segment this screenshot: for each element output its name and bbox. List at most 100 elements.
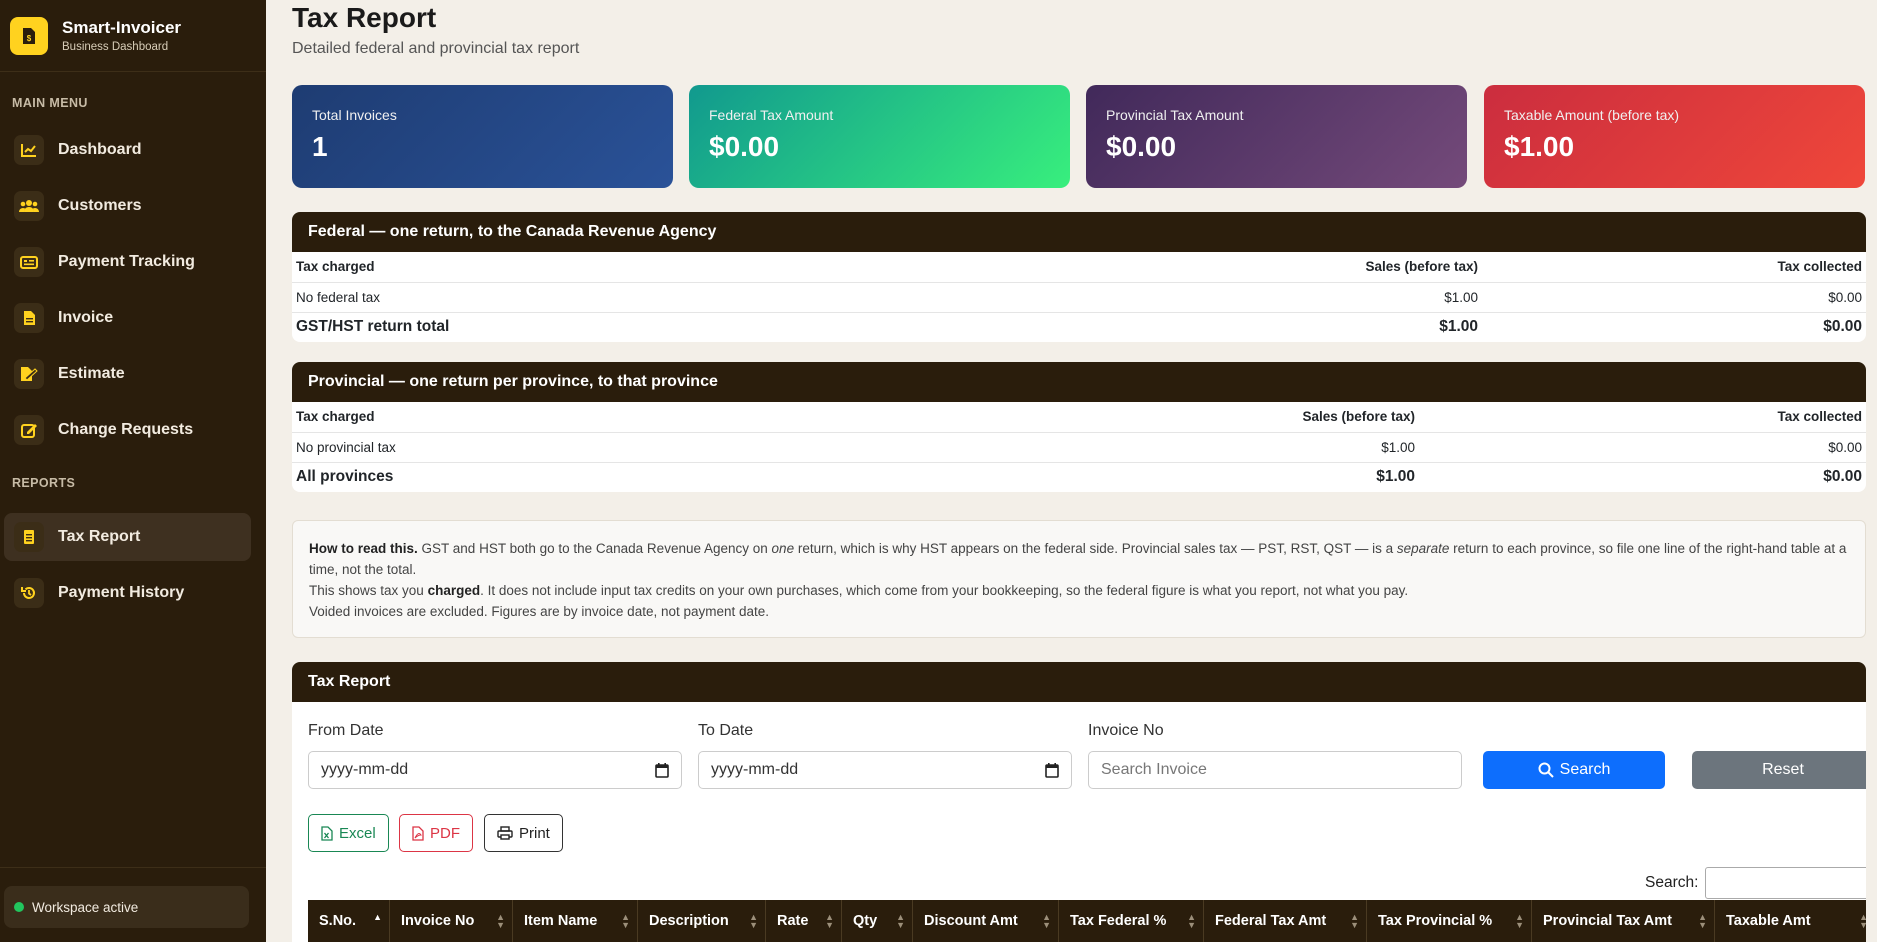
search-button[interactable]: Search	[1483, 751, 1665, 789]
invoice-logo-icon: $	[10, 16, 48, 55]
column-header-taxable-amt[interactable]: Taxable Amt ▲ ▼	[1715, 900, 1866, 942]
note-title: How to read this.	[309, 541, 418, 556]
table-search-input[interactable]	[1705, 867, 1866, 899]
from-date-label: From Date	[308, 722, 384, 739]
table-search-label: Search:	[1645, 874, 1699, 891]
column-header-label: Tax Provincial %	[1378, 913, 1493, 929]
column-header-sno[interactable]: S.No. ▲	[308, 900, 390, 942]
sort-icon: ▲ ▼	[1515, 912, 1524, 930]
invoice-search-placeholder: Search Invoice	[1101, 761, 1207, 778]
column-header-discount-amt[interactable]: Discount Amt ▲ ▼	[913, 900, 1059, 942]
column-header-label: S.No.	[319, 913, 357, 929]
invoice-no-label: Invoice No	[1088, 722, 1164, 739]
table-cell: $1.00	[1439, 318, 1478, 336]
sort-icon: ▲ ▼	[1350, 912, 1359, 930]
column-header-description[interactable]: Description ▲ ▼	[638, 900, 766, 942]
note-emphasis: separate	[1396, 541, 1450, 556]
to-date-input[interactable]: yyyy-mm-dd	[698, 751, 1072, 789]
page-title: Tax Report	[292, 2, 437, 33]
sidebar-item-tax-report[interactable]: Tax Report	[4, 513, 251, 561]
reports-label: REPORTS	[12, 476, 76, 490]
brand[interactable]: $ Smart-Invoicer Business Dashboard	[0, 0, 266, 72]
column-header-qty[interactable]: Qty ▲ ▼	[842, 900, 913, 942]
sidebar-item-invoice[interactable]: Invoice	[4, 294, 251, 342]
table-row: No provincial tax $1.00 $0.00	[292, 432, 1866, 463]
print-label: Print	[519, 824, 550, 842]
column-header: Sales (before tax)	[1062, 252, 1482, 283]
main-menu-label: MAIN MENU	[12, 96, 88, 110]
table-cell: $1.00	[1062, 282, 1482, 313]
total-row: GST/HST return total $1.00 $0.00	[292, 312, 1866, 342]
column-header-label: Item Name	[524, 913, 598, 929]
sort-icon: ▲ ▼	[825, 912, 834, 930]
sidebar-footer: Workspace active	[0, 867, 266, 942]
sidebar-item-label: Change Requests	[58, 421, 194, 438]
table-cell: No federal tax	[292, 282, 1062, 313]
workspace-status-text: Workspace active	[32, 899, 139, 915]
invoice-search-input[interactable]: Search Invoice	[1088, 751, 1462, 789]
to-date-label: To Date	[698, 722, 754, 739]
column-header-item-name[interactable]: Item Name ▲ ▼	[513, 900, 638, 942]
column-header-tax-provincial-pct[interactable]: Tax Provincial % ▲ ▼	[1367, 900, 1532, 942]
svg-text:$: $	[27, 34, 32, 43]
column-header-tax-federal-pct[interactable]: Tax Federal % ▲ ▼	[1059, 900, 1204, 942]
export-pdf-button[interactable]: PDF	[399, 814, 473, 852]
export-excel-button[interactable]: Excel	[308, 814, 389, 852]
card-label: Taxable Amount (before tax)	[1504, 107, 1680, 123]
from-date-value: yyyy-mm-dd	[321, 761, 409, 778]
table-cell: $0.00	[1419, 432, 1866, 463]
column-header-federal-tax-amt[interactable]: Federal Tax Amt ▲ ▼	[1204, 900, 1367, 942]
column-header-label: Description	[649, 913, 729, 929]
note-emphasis: one	[771, 541, 795, 556]
reset-button-label: Reset	[1762, 761, 1804, 778]
report-table-header: S.No. ▲ Invoice No ▲ ▼ Item Name ▲ ▼ Descript…	[308, 900, 1866, 942]
search-icon	[1538, 762, 1554, 778]
sidebar-item-dashboard[interactable]: Dashboard	[4, 126, 251, 174]
note-emphasis: charged	[427, 583, 481, 598]
note-text: This shows tax you	[309, 583, 424, 598]
column-header-provincial-tax-amt[interactable]: Provincial Tax Amt ▲ ▼	[1532, 900, 1715, 942]
sort-icon: ▲ ▼	[896, 912, 905, 930]
note-paragraph-2: This shows tax you charged. It does not …	[309, 580, 1849, 601]
sort-icon: ▲ ▼	[1698, 912, 1707, 930]
document-icon	[14, 522, 44, 552]
column-header: Tax charged	[292, 402, 999, 433]
workspace-status: Workspace active	[4, 886, 249, 928]
calendar-icon[interactable]	[655, 762, 669, 778]
summary-card-taxable-amount: Taxable Amount (before tax) $1.00	[1484, 85, 1865, 188]
column-header: Tax collected	[1419, 402, 1866, 433]
print-button[interactable]: Print	[484, 814, 563, 852]
table-cell: $0.00	[1823, 318, 1862, 336]
reset-button[interactable]: Reset	[1692, 751, 1866, 789]
file-signature-icon	[14, 359, 44, 389]
calendar-icon[interactable]	[1045, 762, 1059, 778]
column-header-label: Federal Tax Amt	[1215, 913, 1327, 929]
from-date-input[interactable]: yyyy-mm-dd	[308, 751, 682, 789]
sidebar-item-estimate[interactable]: Estimate	[4, 350, 251, 398]
column-header-invoice-no[interactable]: Invoice No ▲ ▼	[390, 900, 513, 942]
provincial-tax-table: Tax charged Sales (before tax) Tax colle…	[292, 402, 1866, 492]
column-header-label: Discount Amt	[924, 913, 1018, 929]
provincial-tax-panel: Provincial — one return per province, to…	[292, 362, 1866, 492]
note-text: return, which is why HST appears on the …	[797, 541, 1394, 556]
excel-label: Excel	[339, 824, 376, 842]
summary-card-provincial-tax: Provincial Tax Amount $0.00	[1086, 85, 1467, 188]
column-header-rate[interactable]: Rate ▲ ▼	[766, 900, 842, 942]
card-label: Total Invoices	[312, 107, 397, 123]
file-pdf-icon	[412, 825, 424, 841]
table-cell: $1.00	[1376, 468, 1415, 486]
brand-title: Smart-Invoicer	[62, 18, 182, 37]
sidebar-item-customers[interactable]: Customers	[4, 182, 251, 230]
sidebar-item-label: Customers	[58, 197, 142, 214]
sort-icon: ▲ ▼	[496, 912, 505, 930]
table-cell: All provinces	[296, 468, 394, 486]
sidebar-item-payment-tracking[interactable]: Payment Tracking	[4, 238, 251, 286]
total-row: All provinces $1.00 $0.00	[292, 462, 1866, 492]
column-header-label: Invoice No	[401, 913, 475, 929]
card-value: $0.00	[709, 131, 780, 162]
sidebar-item-payment-history[interactable]: Payment History	[4, 569, 251, 617]
sidebar-item-change-requests[interactable]: Change Requests	[4, 406, 251, 454]
column-header: Tax charged	[292, 252, 1062, 283]
column-header-label: Qty	[853, 913, 878, 929]
report-panel-heading: Tax Report	[292, 662, 1866, 702]
